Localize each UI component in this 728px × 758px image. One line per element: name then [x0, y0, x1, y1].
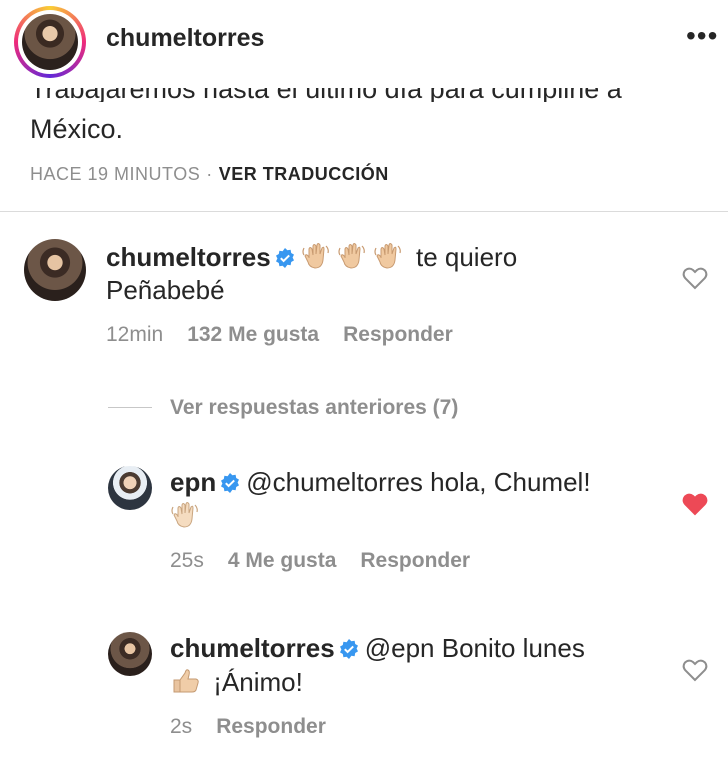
- reply-button[interactable]: Responder: [343, 323, 453, 346]
- waving-hand-icon: [170, 501, 206, 531]
- divider: [0, 211, 728, 212]
- avatar[interactable]: [108, 632, 152, 676]
- reply-button[interactable]: Responder: [216, 715, 326, 738]
- comment-timestamp: 25s: [170, 549, 204, 572]
- comment-timestamp: 12min: [106, 323, 164, 346]
- caption-meta: HACE 19 MINUTOS · VER TRADUCCIÓN: [30, 164, 389, 184]
- comment-meta: 12min 132 Me gusta Responder: [106, 323, 477, 347]
- avatar[interactable]: [24, 239, 86, 301]
- comment-meta: 25s 4 Me gusta Responder: [170, 549, 494, 573]
- ellipsis-icon[interactable]: •••: [686, 22, 718, 50]
- avatar: [22, 14, 78, 70]
- verified-badge-icon: [221, 473, 240, 493]
- reply-button[interactable]: Responder: [360, 549, 470, 572]
- avatar[interactable]: [108, 466, 152, 510]
- waving-hand-icon: [373, 242, 409, 272]
- comment-username[interactable]: chumeltorres: [170, 633, 335, 663]
- comment-text: chumeltorres @epn Bonito lunes ¡Ánimo!: [170, 633, 585, 697]
- comment-text: chumeltorres te quiero Peñabebé: [106, 242, 518, 305]
- comment-timestamp: 2s: [170, 715, 193, 738]
- heart-outline-icon[interactable]: [682, 658, 708, 682]
- verified-badge-icon: [339, 639, 358, 659]
- comment-text: epn @chumeltorres hola, Chumel!: [170, 466, 670, 533]
- see-translation-link[interactable]: VER TRADUCCIÓN: [219, 164, 389, 184]
- likes-count[interactable]: 132 Me gusta: [187, 323, 319, 346]
- view-previous-replies-link[interactable]: Ver respuestas anteriores (7): [170, 396, 458, 420]
- verified-badge-icon: [275, 248, 294, 268]
- comment-meta: 2s Responder: [170, 715, 350, 739]
- likes-count[interactable]: 4 Me gusta: [228, 549, 337, 572]
- caption-text: México.: [30, 114, 124, 144]
- caption-timestamp: HACE 19 MINUTOS: [30, 164, 201, 184]
- comment-username[interactable]: epn: [170, 467, 216, 497]
- replies-divider: [108, 407, 152, 408]
- story-ring-avatar[interactable]: [14, 6, 86, 78]
- post-header: chumeltorres •••: [0, 0, 728, 88]
- heart-outline-icon[interactable]: [682, 266, 708, 290]
- comment-username[interactable]: chumeltorres: [106, 242, 271, 272]
- caption-cut-line: Trabajaremos hasta el último día para cu…: [30, 88, 720, 102]
- thumbs-up-icon: [170, 667, 206, 697]
- heart-filled-icon[interactable]: [682, 492, 708, 516]
- waving-hand-icon: [337, 242, 373, 272]
- header-username[interactable]: chumeltorres: [106, 24, 264, 53]
- waving-hand-icon: [301, 242, 337, 272]
